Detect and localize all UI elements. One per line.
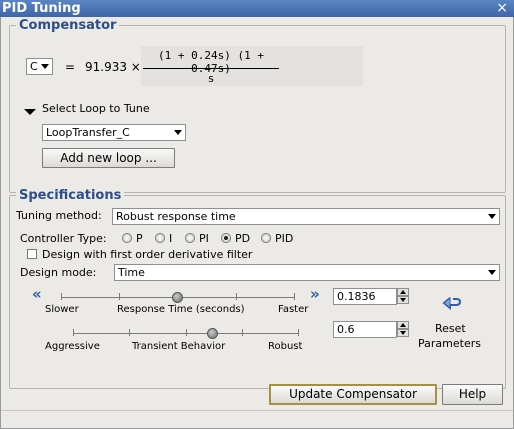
- expand-toggle-icon[interactable]: [24, 109, 36, 115]
- chevron-down-icon: [488, 214, 496, 219]
- response-time-spinner[interactable]: 0.1836: [333, 288, 411, 305]
- slider-tick: [129, 329, 130, 336]
- slower-arrow-icon[interactable]: «: [32, 285, 42, 303]
- slider-tick: [119, 293, 120, 300]
- fraction-bar: [143, 68, 279, 69]
- faster-label: Faster: [278, 304, 309, 315]
- help-button[interactable]: Help: [442, 384, 503, 405]
- radio-pi-label: PI: [199, 232, 209, 245]
- add-new-loop-button[interactable]: Add new loop ...: [42, 148, 175, 168]
- slider-tick: [73, 329, 74, 336]
- spinner-up-icon[interactable]: [397, 288, 409, 296]
- equals-sign: =: [65, 60, 76, 74]
- footer-divider: [1, 410, 513, 411]
- chevron-down-icon: [174, 130, 182, 135]
- update-compensator-button[interactable]: Update Compensator: [269, 384, 437, 405]
- radio-i-label: I: [169, 232, 173, 245]
- transient-slider-knob[interactable]: [207, 328, 218, 339]
- slower-label: Slower: [45, 304, 79, 315]
- compensator-formula: (1 + 0.24s) (1 + 0.47s) s: [141, 46, 363, 86]
- loop-select-value: LoopTransfer_C: [46, 126, 130, 139]
- aggressive-label: Aggressive: [45, 341, 100, 352]
- transient-input[interactable]: 0.6: [333, 321, 397, 338]
- radio-pd[interactable]: [221, 233, 231, 243]
- design-mode-label: Design mode:: [20, 266, 97, 279]
- spinner-up-icon[interactable]: [397, 321, 409, 329]
- compensator-name-value: C: [30, 60, 38, 73]
- reset-label-line2[interactable]: Parameters: [418, 337, 481, 350]
- response-time-input[interactable]: 0.1836: [333, 288, 397, 305]
- radio-pi[interactable]: [185, 233, 195, 243]
- window-title: PID Tuning: [2, 1, 81, 16]
- slider-tick: [298, 329, 299, 336]
- close-icon[interactable]: ×: [496, 0, 508, 17]
- compensator-group-label: Compensator: [16, 18, 120, 34]
- slider-tick: [186, 329, 187, 336]
- radio-pid[interactable]: [261, 233, 271, 243]
- title-bar: PID Tuning ×: [0, 0, 514, 17]
- radio-p[interactable]: [122, 233, 132, 243]
- select-loop-label: Select Loop to Tune: [42, 102, 150, 115]
- radio-pd-label: PD: [235, 232, 251, 245]
- compensator-name-select[interactable]: C: [26, 58, 53, 75]
- design-mode-value: Time: [118, 266, 145, 279]
- slider-tick: [236, 293, 237, 300]
- robust-label: Robust: [268, 341, 303, 352]
- tuning-method-select[interactable]: Robust response time: [112, 208, 500, 225]
- slider-tick: [242, 329, 243, 336]
- reset-undo-icon[interactable]: [441, 295, 463, 313]
- chevron-down-icon: [41, 64, 49, 69]
- formula-denominator: s: [207, 72, 215, 85]
- radio-p-label: P: [136, 232, 143, 245]
- specifications-group-label: Specifications: [16, 188, 125, 204]
- controller-type-label: Controller Type:: [20, 232, 107, 245]
- tuning-method-value: Robust response time: [116, 210, 236, 223]
- tuning-method-label: Tuning method:: [16, 209, 102, 222]
- faster-arrow-icon[interactable]: »: [310, 285, 320, 303]
- loop-select[interactable]: LoopTransfer_C: [42, 124, 186, 141]
- transient-behavior-label: Transient Behavior: [132, 341, 226, 352]
- radio-i[interactable]: [155, 233, 165, 243]
- spinner-down-icon[interactable]: [397, 296, 409, 304]
- design-mode-select[interactable]: Time: [114, 264, 500, 281]
- reset-label-line1[interactable]: Reset: [435, 322, 466, 335]
- spinner-down-icon[interactable]: [397, 329, 409, 337]
- chevron-down-icon: [488, 270, 496, 275]
- response-slider-knob[interactable]: [172, 292, 183, 303]
- radio-pid-label: PID: [275, 232, 294, 245]
- slider-tick: [294, 293, 295, 300]
- compensator-gain: 91.933 ×: [85, 60, 141, 74]
- response-time-label: Response Time (seconds): [117, 304, 245, 315]
- transient-spinner[interactable]: 0.6: [333, 321, 411, 338]
- derivative-filter-checkbox[interactable]: [27, 249, 37, 259]
- derivative-filter-label: Design with first order derivative filte…: [42, 248, 253, 261]
- slider-tick: [61, 293, 62, 300]
- pid-tuning-dialog: Compensator C = 91.933 × (1 + 0.24s) (1 …: [0, 17, 514, 429]
